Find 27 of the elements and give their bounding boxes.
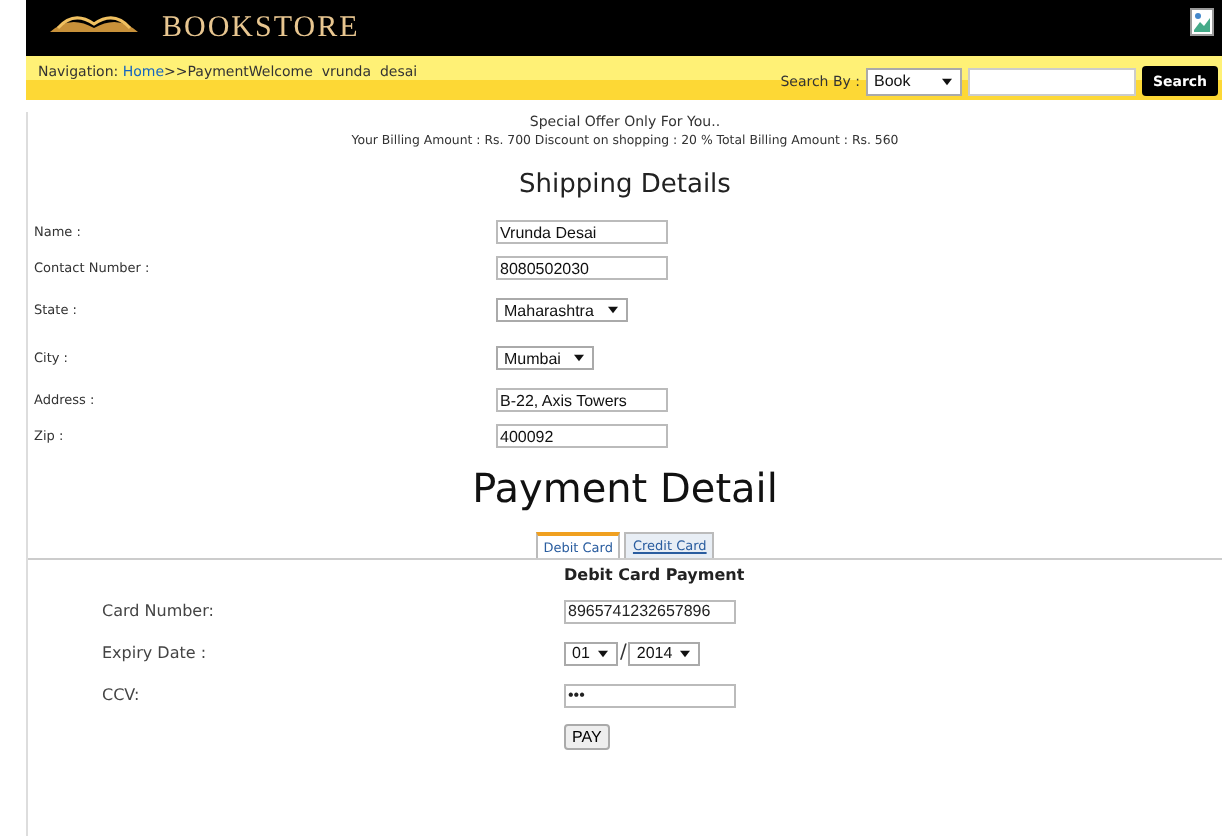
- card-number-field[interactable]: 8965741232657896: [564, 599, 736, 623]
- input-field[interactable]: B-22, Axis Towers: [496, 388, 668, 412]
- broken-image-icon: [1190, 8, 1214, 36]
- input-field[interactable]: 8080502030: [496, 256, 668, 280]
- search-field[interactable]: [968, 67, 1136, 95]
- logo-text: BOOKSTORE: [162, 11, 362, 45]
- dropdown[interactable]: Maharashtra: [496, 298, 628, 322]
- date-separator: /: [620, 642, 627, 664]
- caret-icon: [680, 649, 691, 657]
- payment-title: Payment Detail: [470, 464, 780, 516]
- caret-icon: [607, 306, 618, 314]
- caret-icon: [574, 354, 585, 362]
- input-field[interactable]: 400092: [496, 424, 668, 448]
- ccv-field[interactable]: •••: [564, 683, 736, 707]
- caret-icon: [598, 649, 608, 657]
- shipping-title: Shipping Details: [517, 170, 733, 204]
- panel-title: Debit Card Payment: [564, 566, 747, 584]
- caret-icon: [942, 77, 952, 85]
- dropdown[interactable]: Mumbai: [496, 346, 595, 370]
- pay-button[interactable]: PAY: [564, 724, 610, 750]
- field-label: Expiry Date :: [100, 644, 209, 662]
- month-dropdown[interactable]: 01: [564, 641, 618, 665]
- field-label: Card Number:: [100, 602, 216, 620]
- input-field[interactable]: Vrunda Desai: [496, 220, 668, 244]
- field-label: CCV:: [100, 686, 142, 704]
- year-dropdown[interactable]: 2014: [628, 641, 701, 665]
- search-by-dropdown[interactable]: Book: [866, 67, 962, 95]
